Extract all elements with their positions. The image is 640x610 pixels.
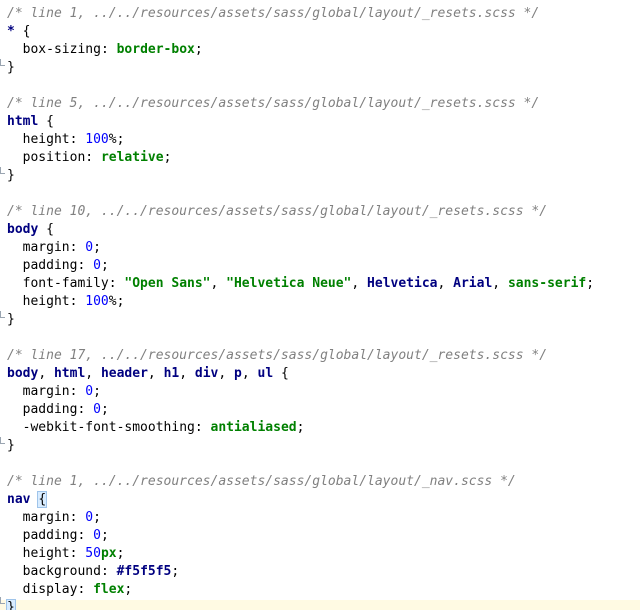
fold-marker-icon[interactable] xyxy=(0,437,5,444)
css-selector: body xyxy=(7,222,39,237)
code-line[interactable]: -webkit-font-smoothing: antialiased; xyxy=(7,419,640,437)
css-property: margin xyxy=(22,384,70,399)
css-selector: header xyxy=(100,366,148,381)
css-property: background xyxy=(22,564,101,579)
css-value: relative xyxy=(100,150,164,165)
code-comment: /* line 1, ../../resources/assets/sass/g… xyxy=(7,474,516,489)
fold-marker-icon[interactable] xyxy=(0,59,5,66)
css-number: 100 xyxy=(85,294,109,309)
code-line[interactable]: padding: 0; xyxy=(7,401,640,419)
close-brace: } xyxy=(7,312,15,327)
fold-marker-icon[interactable] xyxy=(0,311,5,318)
css-unit: % xyxy=(108,132,117,147)
css-property: height xyxy=(22,132,70,147)
code-line[interactable]: } xyxy=(6,599,640,610)
css-string: "Open Sans" xyxy=(124,276,211,291)
css-property: margin xyxy=(22,240,70,255)
css-property: padding xyxy=(22,258,78,273)
code-line[interactable]: html { xyxy=(7,113,640,131)
code-line[interactable]: height: 50px; xyxy=(7,545,640,563)
code-line[interactable]: box-sizing: border-box; xyxy=(7,41,640,59)
code-line[interactable]: /* line 17, ../../resources/assets/sass/… xyxy=(7,347,640,365)
css-selector: * xyxy=(7,24,15,39)
css-number: 100 xyxy=(85,132,109,147)
open-brace: { xyxy=(46,222,54,237)
code-line[interactable]: } xyxy=(7,437,640,455)
code-line[interactable]: /* line 1, ../../resources/assets/sass/g… xyxy=(7,5,640,23)
css-font-name: Arial xyxy=(453,276,493,291)
css-number: 50 xyxy=(85,546,101,561)
code-line[interactable]: background: #f5f5f5; xyxy=(7,563,640,581)
code-line[interactable]: height: 100%; xyxy=(7,293,640,311)
code-line[interactable]: margin: 0; xyxy=(7,239,640,257)
css-selector: div xyxy=(194,366,219,381)
css-number: 0 xyxy=(85,510,94,525)
css-property: box-sizing xyxy=(22,42,101,57)
code-line[interactable]: body, html, header, h1, div, p, ul { xyxy=(7,365,640,383)
code-line[interactable]: padding: 0; xyxy=(7,527,640,545)
css-property: font-family xyxy=(22,276,109,291)
css-unit: px xyxy=(100,546,117,561)
code-comment: /* line 10, ../../resources/assets/sass/… xyxy=(7,204,548,219)
css-color-value: #f5f5f5 xyxy=(116,564,172,579)
code-line[interactable]: /* line 1, ../../resources/assets/sass/g… xyxy=(7,473,640,491)
code-line[interactable]: nav { xyxy=(7,491,640,509)
css-value: border-box xyxy=(116,42,195,57)
css-value: flex xyxy=(93,582,125,597)
css-unit: % xyxy=(108,294,117,309)
css-selector: body xyxy=(7,366,39,381)
code-line[interactable]: height: 100%; xyxy=(7,131,640,149)
css-selector: html xyxy=(7,114,39,129)
css-selector: html xyxy=(53,366,86,381)
close-brace-matched: } xyxy=(6,599,16,610)
code-line[interactable]: padding: 0; xyxy=(7,257,640,275)
css-property: height xyxy=(22,294,70,309)
css-property: -webkit-font-smoothing xyxy=(22,420,195,435)
css-selector: p xyxy=(234,366,242,381)
css-property: margin xyxy=(22,510,70,525)
css-property: padding xyxy=(22,528,78,543)
css-property: position xyxy=(22,150,86,165)
css-number: 0 xyxy=(93,402,101,417)
css-number: 0 xyxy=(93,528,101,543)
fold-marker-icon[interactable] xyxy=(0,167,5,174)
code-line[interactable]: margin: 0; xyxy=(7,383,640,401)
css-number: 0 xyxy=(85,240,94,255)
close-brace: } xyxy=(7,168,15,183)
css-number: 0 xyxy=(85,384,94,399)
code-comment: /* line 17, ../../resources/assets/sass/… xyxy=(7,348,548,363)
css-number: 0 xyxy=(93,258,101,273)
close-brace: } xyxy=(7,438,15,453)
code-comment: /* line 5, ../../resources/assets/sass/g… xyxy=(7,96,540,111)
css-font-name: Helvetica xyxy=(367,276,438,291)
code-line[interactable]: } xyxy=(7,311,640,329)
code-line[interactable]: position: relative; xyxy=(7,149,640,167)
open-brace: { xyxy=(46,114,54,129)
code-line[interactable]: /* line 10, ../../resources/assets/sass/… xyxy=(7,203,640,221)
code-line[interactable]: body { xyxy=(7,221,640,239)
code-line[interactable]: font-family: "Open Sans", "Helvetica Neu… xyxy=(7,275,640,293)
code-line[interactable]: } xyxy=(7,59,640,77)
close-brace: } xyxy=(7,60,15,75)
css-selector: ul xyxy=(257,366,274,381)
css-selector: nav xyxy=(7,492,31,507)
code-comment: /* line 1, ../../resources/assets/sass/g… xyxy=(7,6,540,21)
css-property: height xyxy=(22,546,70,561)
fold-marker-icon[interactable] xyxy=(0,597,5,604)
open-brace: { xyxy=(280,366,289,381)
css-string: "Helvetica Neue" xyxy=(226,276,352,291)
open-brace-matched: { xyxy=(37,491,48,508)
css-value: antialiased xyxy=(210,420,297,435)
open-brace: { xyxy=(22,24,31,39)
css-property: padding xyxy=(22,402,78,417)
code-line[interactable]: margin: 0; xyxy=(7,509,640,527)
code-line[interactable]: display: flex; xyxy=(7,581,640,599)
code-line[interactable]: * { xyxy=(7,23,640,41)
code-line[interactable]: /* line 5, ../../resources/assets/sass/g… xyxy=(7,95,640,113)
css-property: display xyxy=(22,582,78,597)
css-value: sans-serif xyxy=(507,276,587,291)
code-line[interactable]: } xyxy=(7,167,640,185)
css-selector: h1 xyxy=(163,366,180,381)
code-editor[interactable]: /* line 1, ../../resources/assets/sass/g… xyxy=(0,0,640,610)
